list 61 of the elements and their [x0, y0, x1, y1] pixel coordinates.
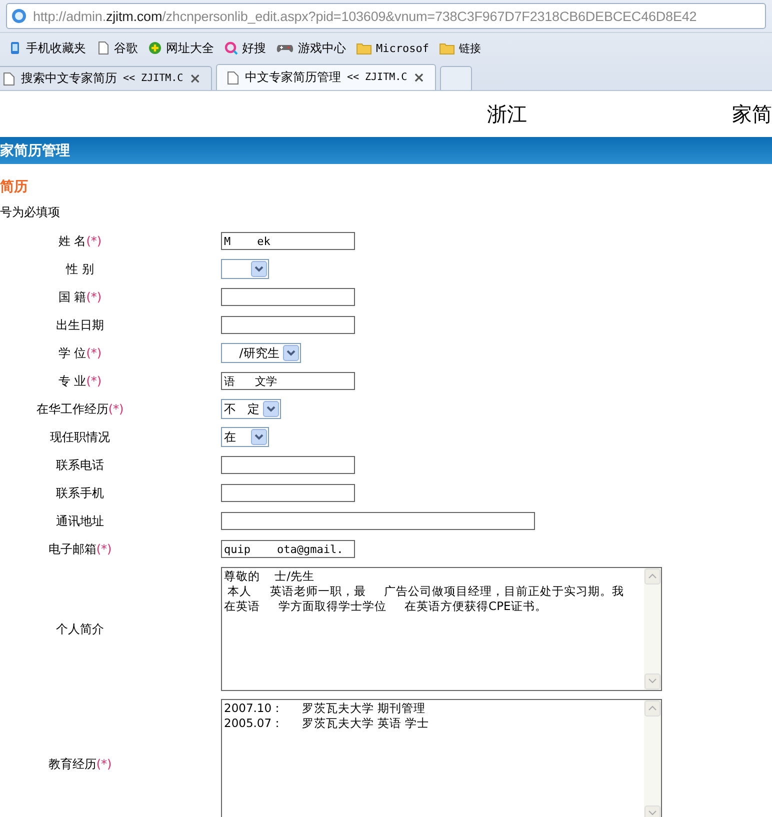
caret-icon — [263, 401, 280, 417]
field-label: 联系电话 — [55, 456, 105, 474]
required-note: 号为必填项 — [0, 204, 61, 221]
input-field[interactable]: 语 文学 — [221, 372, 355, 390]
field-label: 国 籍(*) — [57, 288, 103, 306]
browser-tab[interactable]: 中文专家简历管理 << ZJITM.C × — [216, 64, 436, 90]
dropdown[interactable]: 在 — [221, 427, 269, 447]
browser-tab[interactable]: 搜索中文专家简历 << ZJITM.C × — [0, 66, 212, 90]
input-field[interactable] — [221, 484, 355, 502]
page-icon — [226, 70, 239, 84]
input-field[interactable] — [221, 512, 535, 530]
page-icon — [96, 41, 110, 55]
field-label: 教育经历(*) — [47, 756, 113, 773]
close-icon[interactable]: × — [189, 70, 201, 86]
bookmark[interactable]: 网址大全 — [148, 40, 214, 56]
folder-icon — [438, 41, 455, 55]
bookmark[interactable]: Microsof — [356, 41, 429, 55]
plus-icon — [148, 41, 162, 55]
input-field[interactable] — [221, 316, 355, 334]
field-label: 性 别 — [64, 260, 95, 278]
input-field[interactable] — [221, 288, 355, 306]
field-label: 现任职情况 — [49, 428, 111, 446]
input-field[interactable]: quip ota@gmail. — [221, 540, 355, 558]
close-icon[interactable]: × — [413, 70, 425, 86]
phone-icon — [8, 41, 22, 55]
bookmark[interactable]: 游戏中心 — [276, 40, 346, 56]
scrollbar[interactable] — [644, 568, 661, 690]
field-label: 学 位(*) — [57, 344, 103, 362]
section-title: 简历 — [0, 178, 29, 196]
site-title: 家简 — [732, 100, 772, 128]
caret-icon — [283, 345, 300, 361]
bookmark[interactable]: 好搜 — [224, 40, 266, 56]
field-label: 电子邮箱(*) — [47, 540, 113, 558]
caret-icon — [251, 261, 267, 277]
dropdown[interactable] — [221, 259, 269, 279]
field-label: 在华工作经历(*) — [35, 400, 125, 418]
address-bar[interactable]: http://admin.zjitm.com/zhcnpersonlib_edit.aspx?pid=103609&vnum=738C3F967D7F2318CB6DEBCEC46D8E42 — [6, 3, 766, 29]
bookmark[interactable]: 手机收藏夹 — [8, 40, 86, 56]
field-label: 姓 名(*) — [57, 232, 103, 250]
site-title: 浙江 — [487, 100, 527, 128]
bookmark[interactable]: 链接 — [438, 40, 481, 56]
dropdown[interactable]: /研究生 — [221, 343, 302, 363]
field-label: 通讯地址 — [55, 512, 105, 530]
text-area[interactable]: 尊敬的 士/先生 本人 英语老师一职，最 广告公司做项目经理，目前正处于实习期。我 在英语 学方面取得学士学位 在英语方便获得CPE证书。 — [221, 567, 662, 691]
bookmark[interactable]: 谷歌 — [96, 40, 138, 56]
field-label: 出生日期 — [55, 316, 105, 334]
field-label: 专 业(*) — [57, 372, 103, 390]
field-label: 联系手机 — [55, 484, 105, 502]
scrollbar[interactable] — [644, 700, 661, 817]
dropdown[interactable]: 不 定 — [221, 399, 282, 419]
caret-icon — [251, 429, 267, 445]
input-field[interactable]: M ek — [221, 232, 355, 250]
field-label: 个人简介 — [55, 620, 105, 638]
search-icon — [224, 41, 238, 55]
text-area[interactable]: 2007.10： 罗茨瓦夫大学 期刊管理 2005.07： 罗茨瓦夫大学 英语 学士 — [221, 699, 662, 817]
page-icon — [3, 72, 15, 86]
page-banner: 家简历管理 — [0, 137, 772, 164]
folder-icon — [356, 41, 372, 55]
input-field[interactable] — [221, 456, 355, 474]
browser-icon — [11, 8, 27, 24]
url-text: http://admin.zjitm.com/zhcnpersonlib_edit.aspx?pid=103609&vnum=738C3F967D7F2318CB6DEBCEC46D8E42 — [33, 8, 697, 24]
